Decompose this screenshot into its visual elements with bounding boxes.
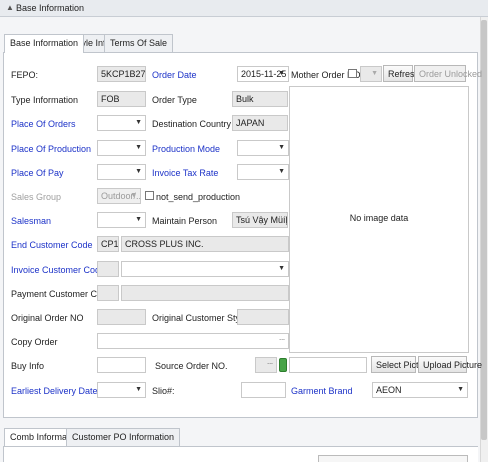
earliest-delivery-date-picker[interactable]: ▼: [97, 382, 146, 398]
garment-brand-value: AEON: [376, 385, 402, 395]
scrollbar-thumb[interactable]: [481, 20, 487, 440]
chevron-down-icon[interactable]: ▼: [130, 192, 137, 199]
picture-path-field[interactable]: [289, 357, 367, 373]
place-of-orders-select[interactable]: ▼: [97, 115, 146, 131]
source-order-ellipsis-button[interactable]: ...: [267, 359, 273, 366]
fepo-label: FEPO:: [11, 70, 39, 80]
destination-country-label: Destination Country: [152, 119, 232, 129]
garment-brand-label[interactable]: Garment Brand: [291, 386, 353, 396]
production-mode-label[interactable]: Production Mode: [152, 144, 220, 154]
original-order-no-field[interactable]: [97, 309, 146, 325]
payment-customer-code-field[interactable]: [97, 285, 119, 301]
earliest-delivery-date-label[interactable]: Earliest Delivery Date: [11, 386, 98, 396]
tab-base-information[interactable]: Base Information: [4, 34, 85, 53]
place-of-pay-label[interactable]: Place Of Pay: [11, 168, 64, 178]
order-unlocked-button[interactable]: Order Unlocked: [414, 65, 482, 82]
copy-order-field[interactable]: ...: [97, 333, 289, 349]
chevron-down-icon[interactable]: ▼: [278, 144, 285, 151]
invoice-customer-select[interactable]: ▼: [121, 261, 289, 277]
mother-order-select[interactable]: ▼: [360, 66, 382, 82]
fepo-field[interactable]: 5KCP1B27J01: [97, 66, 146, 82]
place-of-pay-select[interactable]: ▼: [97, 164, 146, 180]
section-header-base-information[interactable]: ▲ Base Information: [0, 0, 488, 17]
source-order-no-label: Source Order NO.: [155, 361, 228, 371]
type-information-field[interactable]: FOB: [97, 91, 146, 107]
tab-customer-po-information[interactable]: Customer PO Information: [66, 428, 181, 446]
salesman-label[interactable]: Salesman: [11, 216, 51, 226]
garment-brand-select[interactable]: AEON ▼: [372, 382, 468, 398]
destination-country-field[interactable]: JAPAN: [232, 115, 288, 131]
invoice-customer-code-field[interactable]: [97, 261, 119, 277]
section-title: Base Information: [16, 3, 85, 13]
chevron-up-icon[interactable]: ▲: [6, 3, 14, 12]
no-image-text: No image data: [349, 213, 409, 223]
image-preview: No image data: [289, 86, 469, 353]
invoice-tax-rate-label[interactable]: Invoice Tax Rate: [152, 168, 218, 178]
salesman-select[interactable]: ▼: [97, 212, 146, 228]
place-of-production-select[interactable]: ▼: [97, 140, 146, 156]
maintain-person-label: Maintain Person: [152, 216, 218, 226]
end-customer-code-label[interactable]: End Customer Code: [11, 240, 93, 250]
copy-order-ellipsis-button[interactable]: ...: [279, 335, 285, 342]
original-order-no-label: Original Order NO: [11, 313, 84, 323]
end-customer-name-field[interactable]: CROSS PLUS INC.: [121, 236, 289, 252]
chevron-down-icon[interactable]: ▼: [135, 386, 142, 393]
sales-group-select[interactable]: Outdoor/... ▼: [97, 188, 141, 204]
chevron-down-icon[interactable]: ▼: [135, 168, 142, 175]
invoice-tax-rate-select[interactable]: ▼: [237, 164, 289, 180]
order-date-label[interactable]: Order Date: [152, 70, 197, 80]
bottom-toolbar-partial: [318, 455, 468, 462]
copy-order-label: Copy Order: [11, 337, 58, 347]
order-type-field[interactable]: Bulk: [232, 91, 288, 107]
slio-label: Slio#:: [152, 386, 175, 396]
order-type-label: Order Type: [152, 95, 197, 105]
chevron-down-icon[interactable]: ▼: [371, 70, 378, 77]
chevron-down-icon[interactable]: ▼: [457, 386, 464, 393]
place-of-production-label[interactable]: Place Of Production: [11, 144, 91, 154]
not-send-production-checkbox[interactable]: [145, 191, 154, 200]
invoice-customer-code-label[interactable]: Invoice Customer Code: [11, 265, 105, 275]
chevron-down-icon[interactable]: ▼: [278, 265, 285, 272]
chevron-down-icon[interactable]: ▼: [135, 216, 142, 223]
chevron-down-icon[interactable]: ▼: [135, 119, 142, 126]
source-order-no-field[interactable]: ...: [255, 357, 277, 373]
source-order-green-button[interactable]: [279, 358, 287, 372]
type-information-label: Type Information: [11, 95, 79, 105]
chevron-down-icon[interactable]: ▼: [278, 168, 285, 175]
buy-info-label: Buy Info: [11, 361, 45, 371]
upload-picture-button[interactable]: Upload Picture: [418, 356, 482, 373]
sales-group-label: Sales Group: [11, 192, 62, 202]
chevron-down-icon[interactable]: ▼: [135, 144, 142, 151]
place-of-orders-label[interactable]: Place Of Orders: [11, 119, 76, 129]
order-date-picker[interactable]: 2015-11-25 ▼: [237, 66, 289, 82]
refresh-button[interactable]: Refresh: [383, 65, 420, 82]
not-send-production-label: not_send_production: [156, 192, 241, 202]
select-picture-button[interactable]: Select Picture: [371, 356, 432, 373]
original-customer-style-field[interactable]: [237, 309, 289, 325]
original-customer-style-label: Original Customer Style: [152, 313, 248, 323]
buy-info-field[interactable]: [97, 357, 146, 373]
payment-customer-name-field[interactable]: [121, 285, 289, 301]
production-mode-select[interactable]: ▼: [237, 140, 289, 156]
tab-terms-of-sale[interactable]: Terms Of Sale: [104, 34, 174, 52]
slio-field[interactable]: [241, 382, 286, 398]
maintain-person-field[interactable]: Tsú Vậy Müíļrer: [232, 212, 288, 228]
chevron-down-icon[interactable]: ▼: [278, 70, 285, 77]
mother-order-checkbox[interactable]: [348, 69, 357, 78]
end-customer-code-field[interactable]: CP1: [97, 236, 119, 252]
